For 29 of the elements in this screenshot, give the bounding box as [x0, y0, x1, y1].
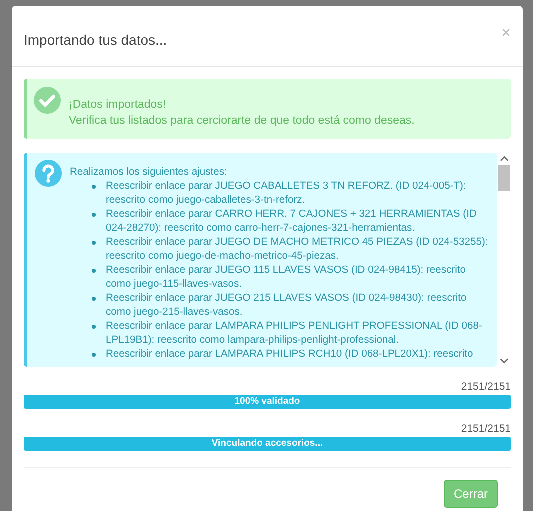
- adjustment-item: Reescribir enlace parar LAMPARA PHILIPS RCH10 (ID 068-LPL20X1): reescrito: [106, 348, 474, 362]
- bullet-icon: [92, 185, 96, 189]
- close-button[interactable]: ×: [502, 26, 511, 42]
- progress-count: 2151/2151: [460, 423, 511, 435]
- bullet-icon: [92, 353, 96, 357]
- alert-message: Verifica tus listados para cerciorarte de que todo está como deseas.: [69, 114, 415, 129]
- scrollbar-thumb[interactable]: [498, 165, 510, 191]
- progress-label: Vinculando accesorios...: [210, 437, 324, 451]
- info-intro: Realizamos los siguientes ajustes:: [70, 166, 228, 180]
- alert-title: ¡Datos importados!: [69, 98, 168, 113]
- scroll-down-icon[interactable]: [500, 358, 508, 364]
- adjustment-item: Reescribir enlace parar CARRO HERR. 7 CAJONES + 321 HERRAMIENTAS (ID 024-28270): reescrito como carro-herr-7-cajones-321-herramientas.: [106, 208, 478, 236]
- question-icon: [35, 160, 62, 187]
- adjustment-item: Reescribir enlace parar JUEGO DE MACHO METRICO 45 PIEZAS (ID 024-53255): reescrito como juego-de-macho-metrico-45-piezas.: [106, 236, 490, 264]
- progress-count: 2151/2151: [460, 381, 511, 393]
- adjustment-item: Reescribir enlace parar JUEGO 115 LLAVES VASOS (ID 024-98415): reescrito como juego-115-llaves-vasos.: [106, 264, 467, 292]
- bullet-icon: [92, 269, 96, 273]
- adjustment-item: Reescribir enlace parar JUEGO 215 LLAVES VASOS (ID 024-98430): reescrito como juego-215-llaves-vasos.: [106, 292, 468, 320]
- bullet-icon: [92, 297, 96, 301]
- bullet-icon: [92, 325, 96, 329]
- dialog-title: Importando tus datos...: [24, 32, 168, 48]
- progress-label: 100% validado: [234, 395, 302, 409]
- close-dialog-button[interactable]: Cerrar: [444, 480, 498, 508]
- bullet-icon: [92, 213, 96, 217]
- bullet-icon: [92, 241, 96, 245]
- adjustment-item: Reescribir enlace parar JUEGO CABALLETES 3 TN REFORZ. (ID 024-005-T): reescrito como juego-caballetes-3-tn-reforz.: [106, 180, 468, 208]
- adjustment-item: Reescribir enlace parar LAMPARA PHILIPS PENLIGHT PROFESSIONAL (ID 068-LPL19B1): reescrito como lampara-philips-penlight-professional.: [106, 320, 484, 348]
- checkmark-icon: [34, 87, 61, 114]
- scroll-up-icon[interactable]: [500, 156, 508, 162]
